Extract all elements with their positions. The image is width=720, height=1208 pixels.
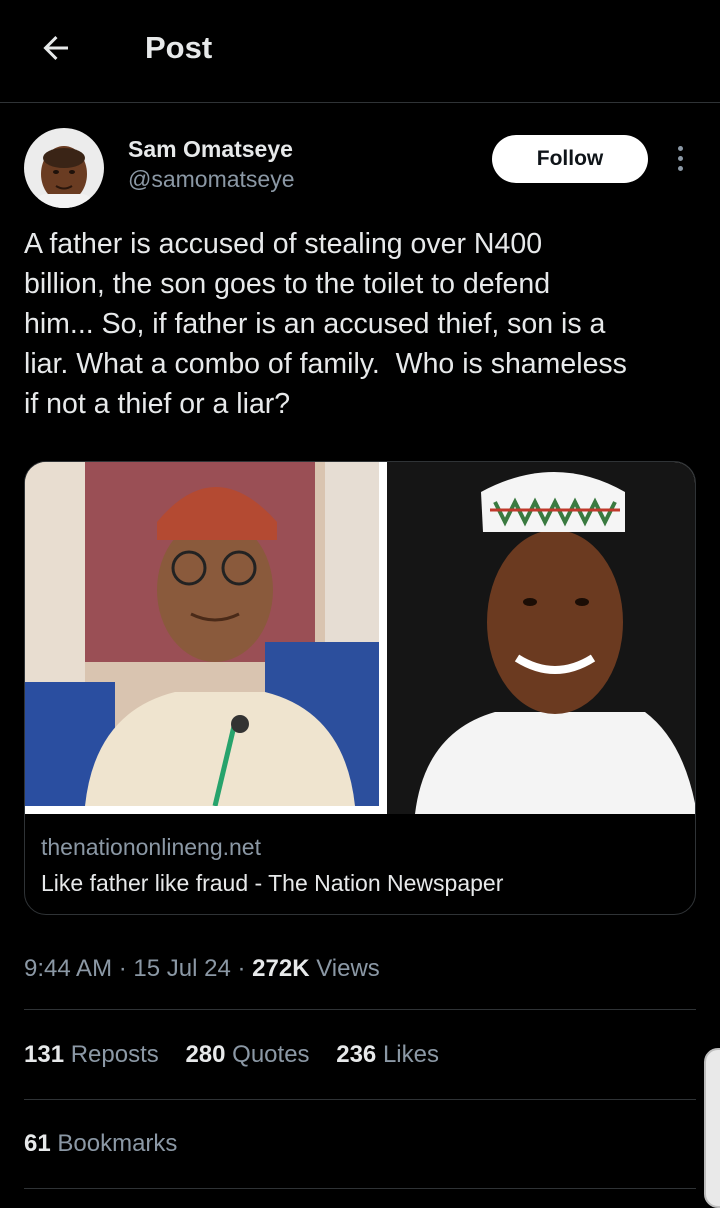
- scroll-handle[interactable]: [704, 1048, 720, 1208]
- follow-button[interactable]: Follow: [492, 135, 648, 183]
- more-options-button[interactable]: [668, 142, 692, 174]
- post-date[interactable]: 15 Jul 24: [133, 955, 230, 982]
- page-title: Post: [145, 30, 213, 65]
- likes-stat[interactable]: 236 Likes: [336, 1041, 439, 1068]
- more-vertical-icon: [677, 145, 683, 151]
- link-card[interactable]: thenationonlineng.net Like father like f…: [24, 461, 696, 915]
- views-label: Views: [316, 955, 380, 982]
- card-title: Like father like fraud - The Nation News…: [41, 870, 504, 896]
- quotes-stat[interactable]: 280 Quotes: [185, 1041, 309, 1068]
- top-bar: Post: [0, 0, 720, 103]
- avatar[interactable]: [24, 128, 104, 208]
- card-image: [25, 462, 695, 814]
- post-text: A father is accused of stealing over N40…: [24, 228, 627, 420]
- card-domain: thenationonlineng.net: [41, 834, 261, 860]
- divider: [24, 1009, 696, 1010]
- arrow-left-icon: [43, 36, 68, 60]
- post-time[interactable]: 9:44 AM: [24, 955, 112, 982]
- author-handle[interactable]: @samomatseye: [128, 166, 295, 193]
- reposts-stat[interactable]: 131 Reposts: [24, 1041, 159, 1068]
- divider: [24, 1099, 696, 1100]
- bookmarks-stat[interactable]: 61 Bookmarks: [24, 1130, 177, 1158]
- back-button[interactable]: [36, 28, 76, 68]
- views-count: 272K: [252, 955, 310, 982]
- author-name[interactable]: Sam Omatseye: [128, 136, 293, 163]
- author-row: Sam Omatseye @samomatseye Follow: [24, 128, 696, 208]
- engagement-stats: 131 Reposts 280 Quotes 236 Likes: [24, 1041, 459, 1069]
- post-meta: 9:44 AM · 15 Jul 24 · 272K Views: [24, 955, 380, 982]
- divider: [24, 1188, 696, 1189]
